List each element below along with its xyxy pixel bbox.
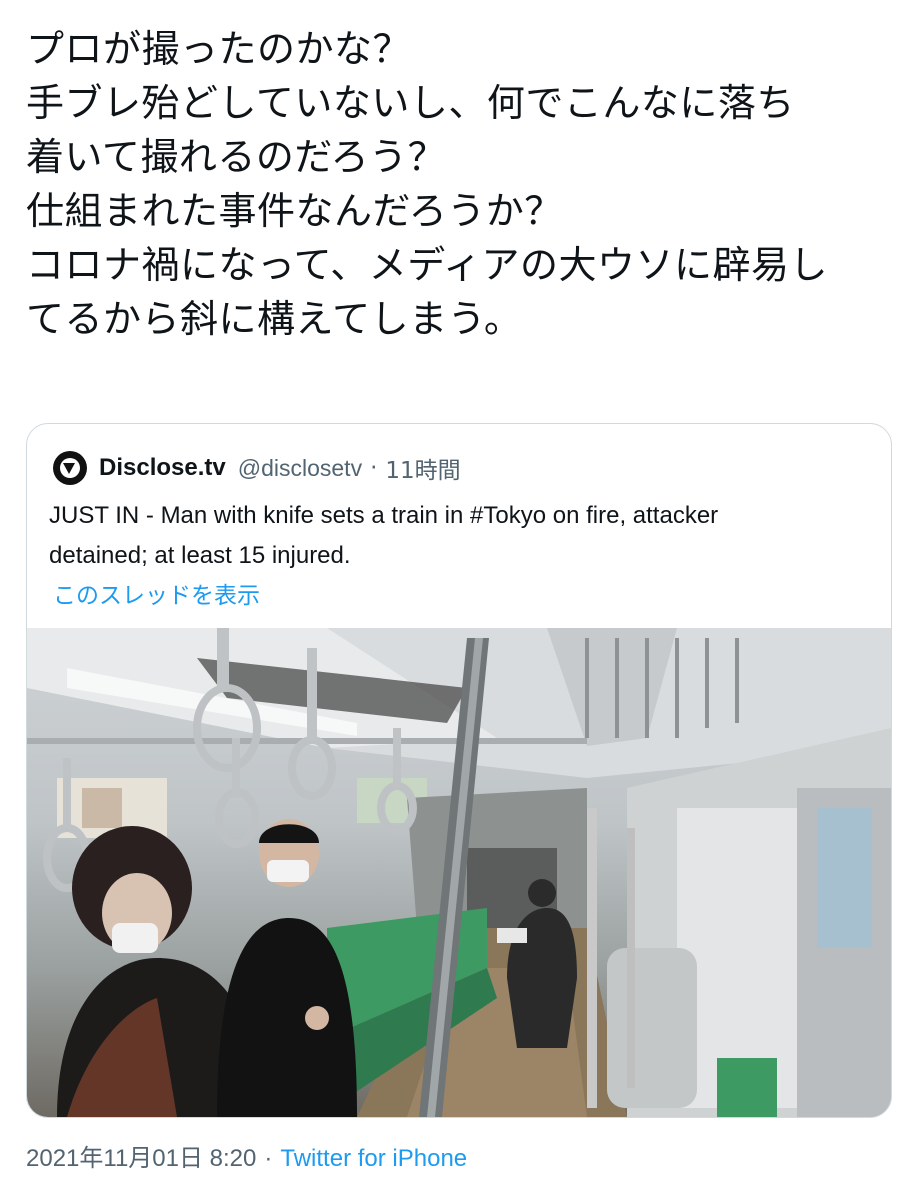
- tweet-meta: 2021年11月01日 8:20 · Twitter for iPhone: [26, 1138, 467, 1173]
- photo-illustration: [27, 628, 891, 1117]
- disclose-logo-icon[interactable]: [53, 451, 87, 485]
- tweet-text: プロが撮ったのかな？ 手ブレ殆どしていないし、何でこんなに落ち 着いて撮れるのだ…: [26, 22, 906, 346]
- train-interior-photo[interactable]: [27, 628, 891, 1117]
- tweet-timestamp[interactable]: 2021年11月01日 8:20: [26, 1145, 256, 1172]
- quoted-text-line: JUST IN - Man with knife sets a train in…: [49, 502, 719, 529]
- quoted-tweet-card[interactable]: Disclose.tv @disclosetv · 11時間 JUST IN -…: [26, 423, 892, 1118]
- quoted-tweet-header: Disclose.tv @disclosetv · 11時間: [53, 448, 461, 488]
- tweet-text-line: 仕組まれた事件なんだろうか？: [26, 189, 563, 233]
- quoted-time[interactable]: 11時間: [385, 451, 460, 485]
- quoted-text-line: detained; at least 15 injured.: [49, 542, 351, 569]
- tweet-text-line: プロが撮ったのかな？: [26, 27, 412, 71]
- tweet-text-line: コロナ禍になって、メディアの大ウソに辟易し: [26, 243, 829, 287]
- quoted-display-name[interactable]: Disclose.tv: [99, 454, 226, 482]
- separator-dot: ·: [264, 1145, 273, 1172]
- tweet-text-line: 手ブレ殆どしていないし、何でこんなに落ち: [26, 81, 795, 125]
- quoted-handle[interactable]: @disclosetv: [238, 455, 362, 482]
- separator-dot: ·: [370, 455, 378, 481]
- tweet-source-link[interactable]: Twitter for iPhone: [280, 1145, 467, 1172]
- tweet-text-line: てるから斜に構えてしまう。: [26, 297, 523, 341]
- show-thread-link[interactable]: このスレッドを表示: [53, 576, 260, 610]
- tweet-text-line: 着いて撮れるのだろう？: [26, 135, 447, 179]
- quoted-tweet-text: JUST IN - Man with knife sets a train in…: [49, 496, 879, 576]
